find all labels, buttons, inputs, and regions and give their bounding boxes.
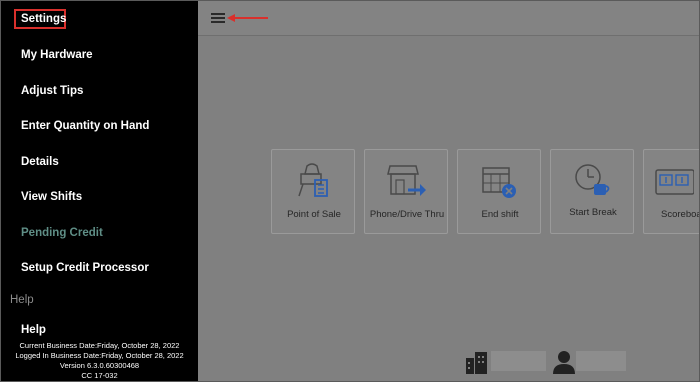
- top-bar: [198, 1, 699, 36]
- version-text: Version 6.3.0.60300468: [59, 361, 140, 370]
- building-icon: [466, 352, 487, 374]
- sidebar-item-pending-credit[interactable]: Pending Credit: [21, 227, 103, 239]
- cc-text: CC 17-032: [81, 371, 118, 380]
- current-business-date: Current Business Date:Friday, October 28…: [19, 341, 180, 350]
- main-content: Point of Sale Phone/Drive Thru End shift…: [198, 1, 699, 381]
- scoreboard-icon: [655, 169, 694, 195]
- storefront-arrow-icon: [387, 165, 426, 196]
- tile-label: Phone/Drive Thru: [369, 209, 445, 220]
- store-name-redacted: [491, 351, 546, 371]
- tile-phone-drive-thru[interactable]: Phone/Drive Thru: [364, 149, 448, 234]
- tile-label: Scoreboard: [661, 209, 699, 220]
- tile-label: Start Break: [569, 207, 617, 218]
- app-window: Settings My Hardware Adjust Tips Enter Q…: [0, 0, 700, 382]
- sidebar-item-my-hardware[interactable]: My Hardware: [21, 49, 93, 61]
- calendar-close-icon: [482, 167, 516, 198]
- tile-point-of-sale[interactable]: Point of Sale: [271, 149, 355, 234]
- sidebar-item-help[interactable]: Help: [21, 324, 46, 336]
- clock-coffee-icon: [575, 164, 610, 195]
- sidebar-item-setup-credit-processor[interactable]: Setup Credit Processor: [21, 262, 149, 274]
- annotation-arrow-icon: [227, 14, 268, 22]
- logged-in-business-date: Logged In Business Date:Friday, October …: [15, 351, 184, 360]
- sidebar-section-help: Help: [10, 294, 34, 306]
- user-icon: [553, 351, 575, 374]
- sidebar-item-details[interactable]: Details: [21, 156, 59, 168]
- tile-end-shift[interactable]: End shift: [457, 149, 541, 234]
- sidebar-menu: Settings My Hardware Adjust Tips Enter Q…: [1, 1, 198, 381]
- sidebar-item-settings[interactable]: Settings: [21, 13, 66, 25]
- tile-label: End shift: [481, 209, 519, 220]
- sidebar-item-adjust-tips[interactable]: Adjust Tips: [21, 85, 83, 97]
- tile-start-break[interactable]: Start Break: [550, 149, 634, 234]
- sidebar-item-enter-quantity[interactable]: Enter Quantity on Hand: [21, 120, 149, 132]
- sidebar-item-view-shifts[interactable]: View Shifts: [21, 191, 82, 203]
- point-of-sale-icon: [298, 163, 328, 197]
- hamburger-menu-icon[interactable]: [211, 13, 225, 24]
- tile-label: Point of Sale: [287, 209, 341, 220]
- tile-scoreboard[interactable]: Scoreboard: [643, 149, 699, 234]
- user-name-redacted: [576, 351, 626, 371]
